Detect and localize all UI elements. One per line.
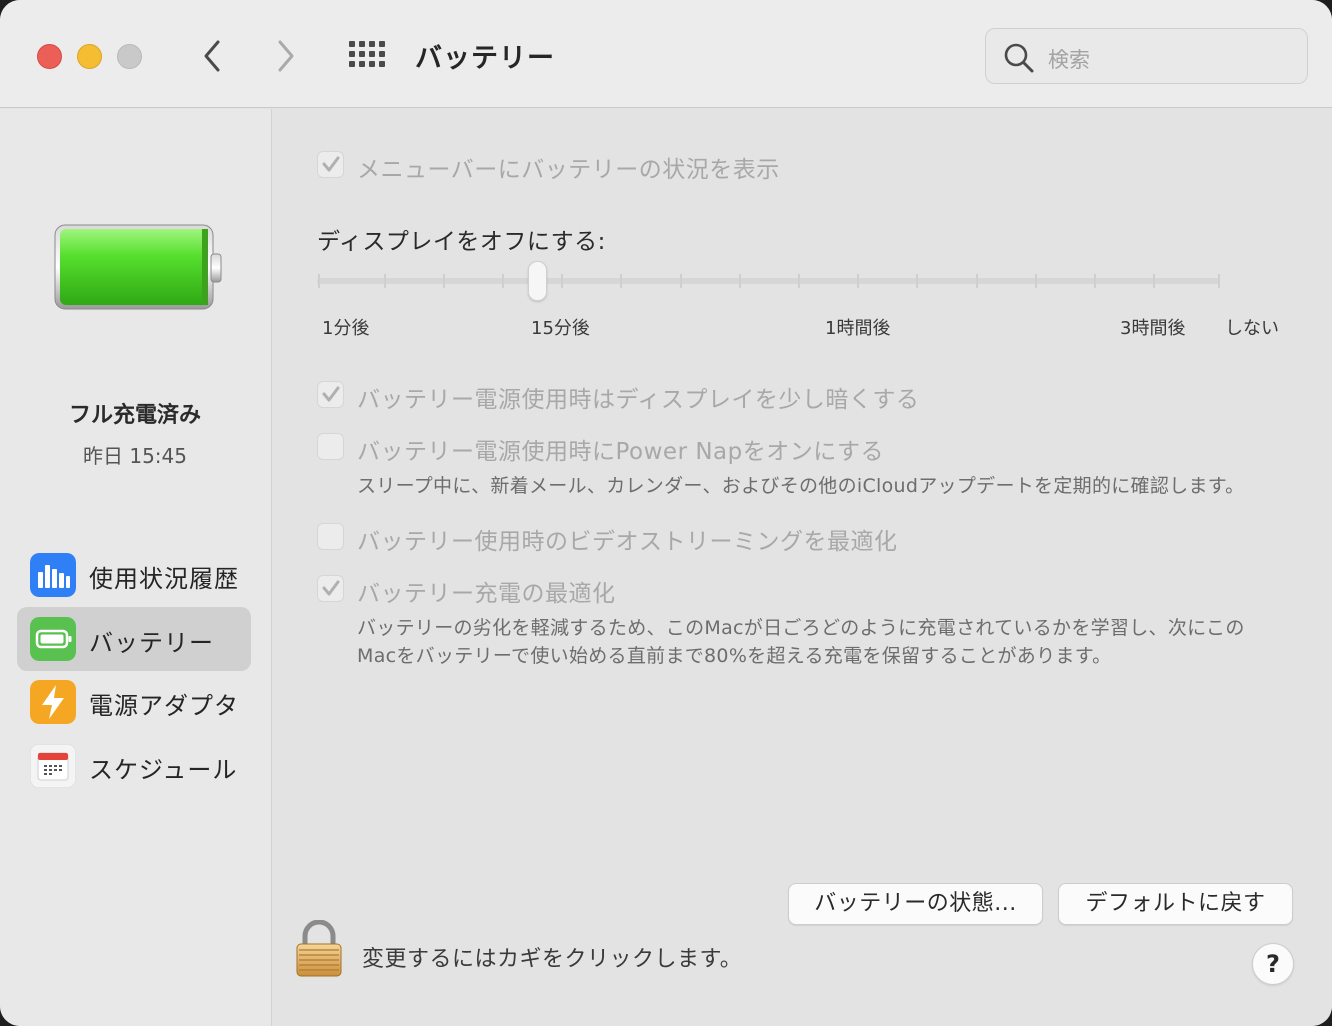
slider-tick (561, 274, 563, 288)
dim-display-label: バッテリー電源使用時はディスプレイを少し暗くする (357, 387, 920, 413)
battery-health-button[interactable]: バッテリーの状態... (788, 883, 1043, 925)
charge-status: フル充電済み (68, 403, 201, 428)
slider-tick (1218, 274, 1220, 288)
sidebar-item-usage-history[interactable]: 使用状況履歴 (17, 543, 251, 607)
display-off-slider-knob[interactable] (528, 261, 547, 301)
sidebar-item-power-adapter[interactable]: 電源アダプタ (17, 670, 251, 734)
sidebar-item-schedule[interactable]: スケジュール (17, 734, 251, 798)
display-off-title: ディスプレイをオフにする: (317, 229, 606, 255)
lightning-icon (30, 680, 76, 724)
slider-tick (857, 274, 859, 288)
slider-tick (318, 274, 320, 288)
close-window-button[interactable] (37, 44, 62, 69)
chevron-right-icon (278, 40, 294, 72)
slider-tick (502, 274, 504, 288)
checkmark-icon (322, 386, 340, 402)
search-placeholder: 検索 (1048, 48, 1090, 72)
bar-chart-icon (30, 553, 76, 597)
checkmark-icon (322, 156, 340, 172)
slider-tick (680, 274, 682, 288)
dim-display-checkbox[interactable] (317, 381, 344, 408)
lock-icon[interactable] (294, 920, 344, 978)
slider-tick (976, 274, 978, 288)
charge-timestamp: 昨日 15:45 (83, 444, 187, 468)
video-streaming-checkbox[interactable] (317, 523, 344, 550)
forward-button[interactable] (268, 36, 304, 76)
slider-label-15min: 15分後 (531, 318, 590, 339)
minimize-window-button[interactable] (77, 44, 102, 69)
slider-tick (384, 274, 386, 288)
slider-tick (1035, 274, 1037, 288)
slider-tick (739, 274, 741, 288)
calendar-icon (30, 744, 76, 788)
title-bar: バッテリー 検索 (0, 0, 1332, 108)
menubar-status-label: メニューバーにバッテリーの状況を表示 (357, 157, 780, 183)
sidebar-item-label: スケジュール (89, 756, 238, 784)
slider-label-1min: 1分後 (322, 318, 370, 339)
lock-hint-text: 変更するにはカギをクリックします。 (362, 947, 743, 972)
window-title: バッテリー (415, 43, 555, 74)
checkmark-icon (322, 580, 340, 596)
sidebar-item-label: 電源アダプタ (89, 692, 239, 720)
optimized-charging-label: バッテリー充電の最適化 (357, 581, 616, 607)
menubar-status-checkbox[interactable] (317, 151, 344, 178)
slider-tick (443, 274, 445, 288)
video-streaming-label: バッテリー使用時のビデオストリーミングを最適化 (357, 529, 898, 555)
search-field[interactable]: 検索 (985, 28, 1308, 84)
slider-tick (1094, 274, 1096, 288)
slider-tick (798, 274, 800, 288)
optimized-charging-checkbox[interactable] (317, 575, 344, 602)
power-nap-label: バッテリー電源使用時にPower Napをオンにする (357, 439, 884, 465)
restore-defaults-button[interactable]: デフォルトに戻す (1058, 883, 1293, 925)
sidebar-item-label: 使用状況履歴 (89, 565, 239, 593)
sidebar-item-battery[interactable]: バッテリー (17, 607, 251, 671)
slider-tick (916, 274, 918, 288)
back-button[interactable] (194, 36, 230, 76)
zoom-window-button[interactable] (117, 44, 142, 69)
slider-tick (1153, 274, 1155, 288)
slider-tick (620, 274, 622, 288)
show-all-button[interactable] (348, 40, 386, 70)
battery-full-icon (54, 224, 222, 310)
power-nap-checkbox[interactable] (317, 433, 344, 460)
sidebar-item-label: バッテリー (89, 629, 214, 657)
search-icon (1004, 43, 1034, 73)
slider-label-never: しない (1225, 318, 1279, 339)
preferences-window: バッテリー 検索 フル充電済み 昨日 15:45 使用状況履歴 バッテリー 電源… (0, 0, 1332, 1026)
display-off-slider-track[interactable] (317, 278, 1220, 284)
slider-label-1hour: 1時間後 (825, 318, 891, 339)
battery-icon (30, 617, 76, 661)
optimized-charging-description-line2: Macをバッテリーで使い始める直前まで80%を超える充電を保留することがあります… (357, 645, 1112, 667)
help-button[interactable]: ? (1252, 943, 1294, 985)
chevron-left-icon (204, 40, 220, 72)
slider-label-3hours: 3時間後 (1120, 318, 1186, 339)
power-nap-description: スリープ中に、新着メール、カレンダー、およびその他のiCloudアップデートを定… (357, 475, 1245, 497)
optimized-charging-description-line1: バッテリーの劣化を軽減するため、このMacが日ごろどのように充電されているかを学… (357, 617, 1245, 639)
